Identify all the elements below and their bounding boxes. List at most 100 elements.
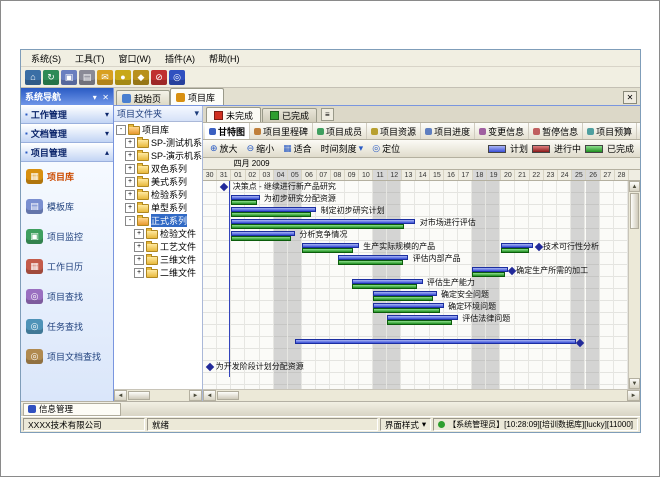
tree-node-美式系列[interactable]: +美式系列 (114, 175, 202, 188)
expander-icon[interactable]: + (125, 203, 135, 213)
gantt-tab-甘特图[interactable]: 甘特图 (205, 123, 250, 139)
gantt-bar-done[interactable] (231, 212, 310, 217)
sidebar-item-项目查找[interactable]: ◎项目查找 (24, 288, 110, 305)
menu-item[interactable]: 窗口(W) (112, 51, 159, 66)
gantt-bar-done[interactable] (231, 236, 291, 241)
window-icon[interactable]: ▣ (61, 70, 77, 85)
home-icon[interactable]: ⌂ (25, 70, 41, 85)
expander-icon[interactable]: + (125, 164, 135, 174)
menu-item[interactable]: 插件(A) (158, 51, 202, 66)
gantt-bar-done[interactable] (472, 272, 505, 277)
tree-node-正式系列[interactable]: -正式系列 (114, 214, 202, 227)
sidebar-item-项目库[interactable]: ▦项目库 (24, 168, 110, 185)
style-selector[interactable]: 界面样式 ▾ (380, 418, 431, 431)
gantt-tab-暂停信息[interactable]: 暂停信息 (529, 123, 583, 139)
scroll-down-icon[interactable]: ▼ (629, 378, 640, 389)
expander-icon[interactable]: + (125, 177, 135, 187)
expander-icon[interactable]: - (116, 125, 126, 135)
close-icon[interactable]: ✕ (102, 93, 109, 102)
gantt-tool-缩小[interactable]: ⊖缩小 (244, 141, 278, 156)
gantt-tool-定位[interactable]: ◎定位 (369, 141, 403, 156)
gantt-tool-放大[interactable]: ⊕放大 (207, 141, 241, 156)
close-tab-button[interactable]: ✕ (623, 91, 637, 104)
scroll-thumb[interactable] (128, 391, 150, 400)
expander-icon[interactable]: + (134, 242, 144, 252)
timeline-day: 17 (459, 170, 473, 180)
gantt-tab-变更信息[interactable]: 变更信息 (475, 123, 529, 139)
gantt-bar-done[interactable] (373, 296, 433, 301)
expander-icon[interactable]: + (134, 255, 144, 265)
gantt-bar-done[interactable] (338, 260, 403, 265)
scroll-right-icon[interactable]: ► (189, 390, 202, 401)
tree-node-二维文件[interactable]: +二维文件 (114, 266, 202, 279)
tree-node-三维文件[interactable]: +三维文件 (114, 253, 202, 266)
lock-icon[interactable]: ● (115, 70, 131, 85)
sidebar-item-项目监控[interactable]: ▣项目监控 (24, 228, 110, 245)
expander-icon[interactable]: + (134, 268, 144, 278)
expander-icon[interactable]: + (134, 229, 144, 239)
sidebar-item-任务查找[interactable]: ◎任务查找 (24, 318, 110, 335)
gantt-bar-done[interactable] (387, 320, 452, 325)
filter-more-button[interactable]: ≡ (321, 108, 334, 121)
timeline-day: 16 (444, 170, 458, 180)
mail-icon[interactable]: ✉ (97, 70, 113, 85)
gantt-tool-时间刻度[interactable]: 时间刻度▾ (318, 141, 367, 156)
expander-icon[interactable]: - (125, 216, 135, 226)
gantt-tab-项目里程碑[interactable]: 项目里程碑 (250, 123, 313, 139)
scroll-right-icon[interactable]: ► (627, 390, 640, 401)
tree-node-项目库[interactable]: -项目库 (114, 123, 202, 136)
expander-icon[interactable]: + (125, 151, 135, 161)
gantt-bar-done[interactable] (501, 248, 529, 253)
sidebar-group-项目管理[interactable]: ▪项目管理▴ (21, 143, 113, 162)
tab-项目库[interactable]: 项目库 (170, 88, 224, 105)
filter-tab-未完成[interactable]: 未完成 (206, 107, 261, 122)
gantt-vertical-scrollbar[interactable]: ▲ ▼ (628, 181, 640, 389)
tree-node-检验系列[interactable]: +检验系列 (114, 188, 202, 201)
scroll-left-icon[interactable]: ◄ (114, 390, 127, 401)
tree-filter-icon[interactable]: ▾ (194, 108, 199, 119)
sidebar-item-模板库[interactable]: ▤模板库 (24, 198, 110, 215)
key-icon[interactable]: ◆ (133, 70, 149, 85)
expander-icon[interactable]: + (125, 190, 135, 200)
pin-icon[interactable]: ▾ (93, 93, 97, 102)
gantt-tool-适合[interactable]: ▦适合 (280, 141, 315, 156)
tab-起始页[interactable]: 起始页 (116, 90, 170, 105)
gantt-bar-done[interactable] (231, 200, 257, 205)
filter-tab-已完成[interactable]: 已完成 (262, 108, 317, 122)
sidebar-item-工作日历[interactable]: ▦工作日历 (24, 258, 110, 275)
gantt-tab-项目资源[interactable]: 项目资源 (367, 123, 421, 139)
report-icon[interactable]: ▤ (79, 70, 95, 85)
tree-node-SP-演示机系列[interactable]: +SP-演示机系列 (114, 149, 202, 162)
tree-node-双色系列[interactable]: +双色系列 (114, 162, 202, 175)
menu-item[interactable]: 系统(S) (24, 51, 68, 66)
sidebar-group-文档管理[interactable]: ▪文档管理▾ (21, 124, 113, 143)
gantt-tab-项目预算[interactable]: 项目预算 (583, 123, 637, 139)
menu-item[interactable]: 帮助(H) (202, 51, 247, 66)
gantt-bar-done[interactable] (302, 248, 353, 253)
scroll-up-icon[interactable]: ▲ (629, 181, 640, 192)
gantt-tab-项目成员[interactable]: 项目成员 (313, 123, 367, 139)
expander-icon[interactable]: + (125, 138, 135, 148)
tree-node-SP-测试机系列[interactable]: +SP-测试机系列 (114, 136, 202, 149)
tree-node-单型系列[interactable]: +单型系列 (114, 201, 202, 214)
menu-item[interactable]: 工具(T) (68, 51, 112, 66)
gantt-bar-done[interactable] (373, 308, 440, 313)
sidebar-group-工作管理[interactable]: ▪工作管理▾ (21, 105, 113, 124)
gantt-bar-done[interactable] (352, 284, 417, 289)
sidebar-item-项目文档查找[interactable]: ◎项目文档查找 (24, 348, 110, 365)
scroll-left-icon[interactable]: ◄ (203, 390, 216, 401)
gantt-bar-plan[interactable] (295, 339, 576, 344)
scroll-thumb[interactable] (217, 391, 239, 400)
stop-icon[interactable]: ⊘ (151, 70, 167, 85)
style-label: 界面样式 (385, 419, 419, 431)
refresh-icon[interactable]: ↻ (43, 70, 59, 85)
tree-horizontal-scrollbar[interactable]: ◄ ► (114, 389, 202, 401)
info-icon[interactable]: ◎ (169, 70, 185, 85)
gantt-tab-项目进度[interactable]: 项目进度 (421, 123, 475, 139)
gantt-horizontal-scrollbar[interactable]: ◄ ► (203, 389, 640, 401)
group-bullet-icon: ▪ (25, 129, 28, 138)
info-management-tab[interactable]: 信息管理 (23, 403, 121, 416)
tree-node-检验文件[interactable]: +检验文件 (114, 227, 202, 240)
tree-node-工艺文件[interactable]: +工艺文件 (114, 240, 202, 253)
scroll-thumb[interactable] (630, 193, 639, 229)
